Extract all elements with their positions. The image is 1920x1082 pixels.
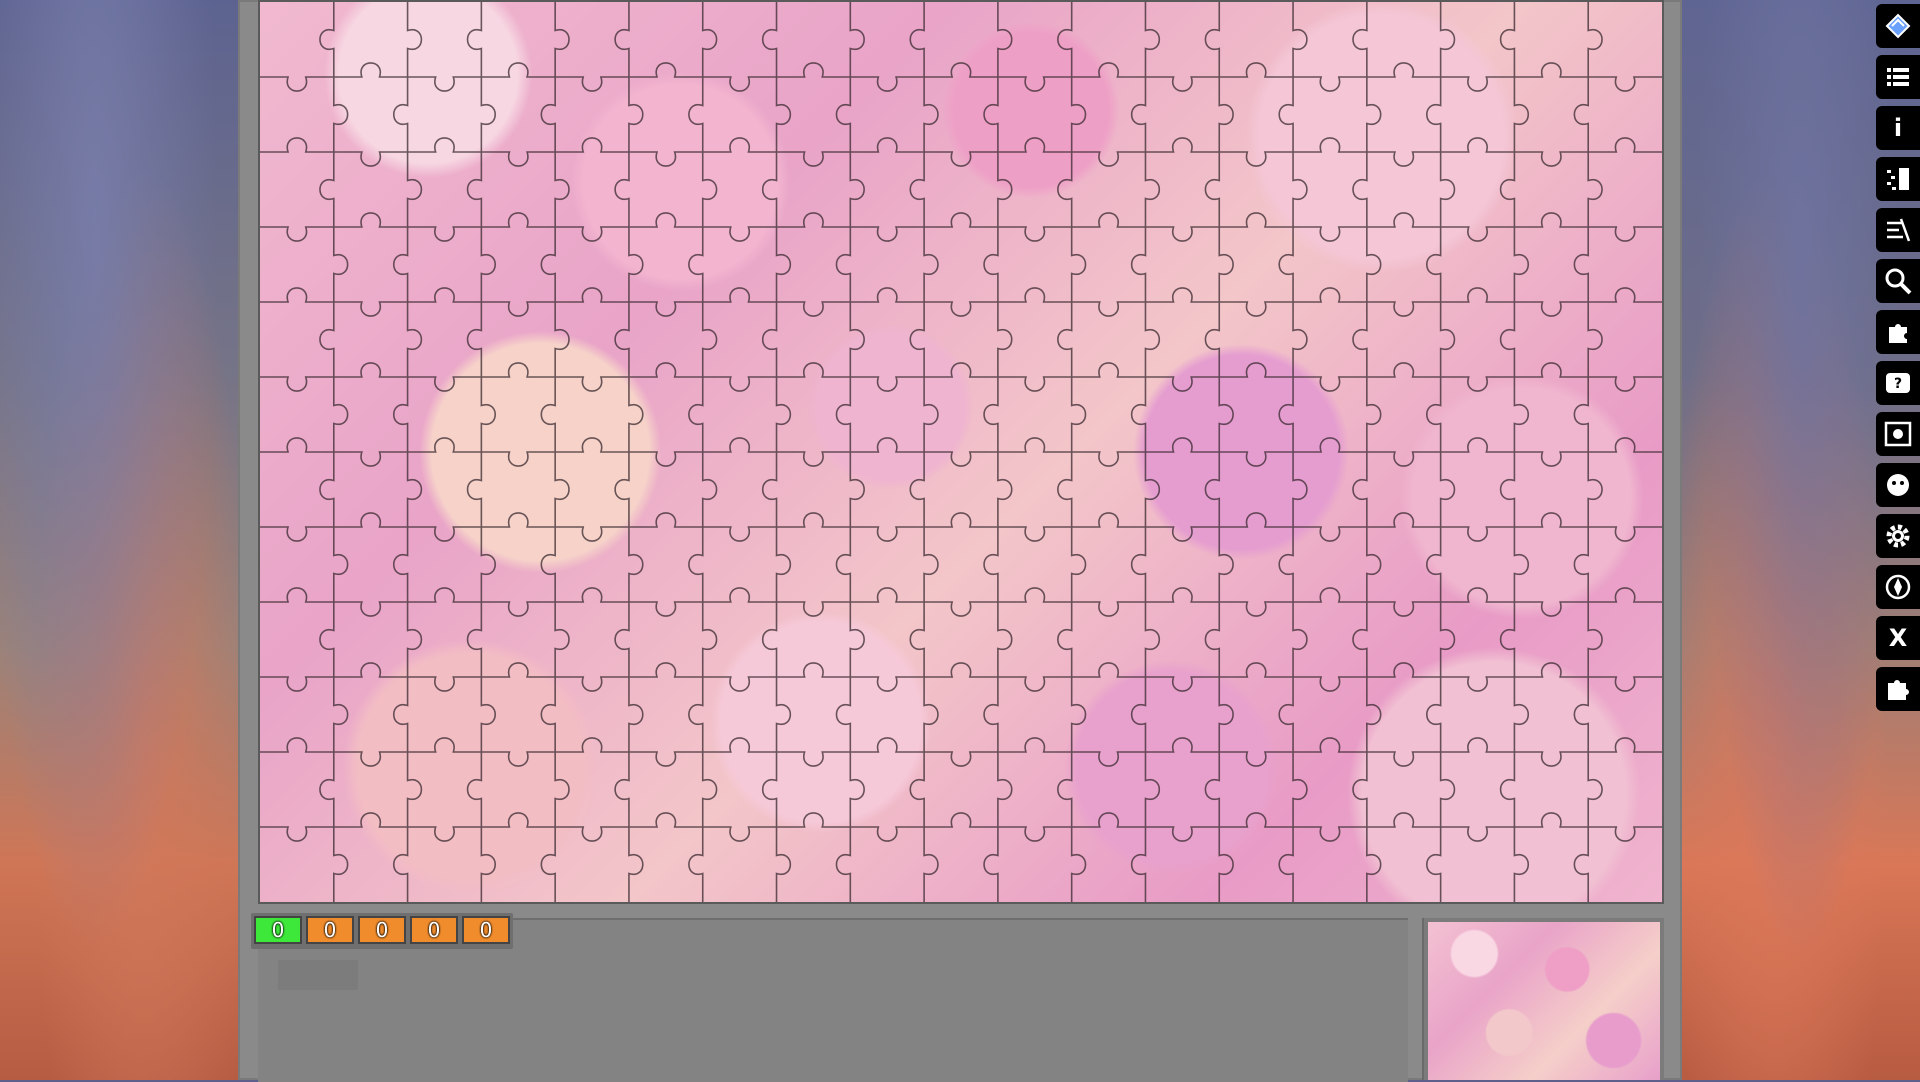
screenshot-icon: [1884, 421, 1912, 447]
preview-image[interactable]: [1428, 922, 1660, 1080]
compass-icon: [1885, 574, 1911, 600]
counter-3: 0: [410, 916, 458, 944]
game-logo-button[interactable]: [1876, 4, 1920, 48]
puzzle-piece-grid: [260, 2, 1662, 902]
puzzle-piece-icon: [1888, 680, 1909, 700]
counter-1: 0: [306, 916, 354, 944]
shuffle-button[interactable]: [1876, 208, 1920, 252]
menu-list-button[interactable]: [1876, 55, 1920, 99]
puzzle-face-icon: [1887, 474, 1909, 496]
screenshot-button[interactable]: [1876, 412, 1920, 456]
info-button[interactable]: i: [1876, 106, 1920, 150]
settings-gear-icon: [1886, 524, 1910, 548]
game-logo-icon: [1885, 13, 1911, 39]
puzzle-board[interactable]: [258, 0, 1664, 904]
scatter-pieces-icon: [1887, 168, 1909, 190]
counter-placed: 0: [254, 916, 302, 944]
puzzle-edge-button[interactable]: [1876, 310, 1920, 354]
compass-button[interactable]: [1876, 565, 1920, 609]
close-icon: X: [1888, 624, 1908, 652]
shuffle-icon: [1887, 218, 1911, 242]
counters-bar: 0 0 0 0 0: [251, 913, 513, 949]
info-icon: i: [1893, 114, 1903, 142]
right-toolbar: i ? X: [1876, 4, 1920, 711]
puzzle-face-button[interactable]: [1876, 463, 1920, 507]
preview-panel: [1422, 918, 1664, 1080]
magnifier-button[interactable]: [1876, 259, 1920, 303]
menu-list-icon: [1887, 68, 1909, 86]
counter-2: 0: [358, 916, 406, 944]
tray-ghost-area: [278, 960, 358, 990]
close-button[interactable]: X: [1876, 616, 1920, 660]
help-icon: ?: [1886, 373, 1910, 393]
help-button[interactable]: ?: [1876, 361, 1920, 405]
counter-4: 0: [462, 916, 510, 944]
background-blur-left: [0, 0, 238, 1080]
svg-text:?: ?: [1894, 376, 1902, 392]
puzzle-edge-icon: [1889, 324, 1907, 343]
puzzle-piece-button[interactable]: [1876, 667, 1920, 711]
scatter-pieces-button[interactable]: [1876, 157, 1920, 201]
magnifier-icon: [1885, 268, 1912, 295]
settings-button[interactable]: [1876, 514, 1920, 558]
